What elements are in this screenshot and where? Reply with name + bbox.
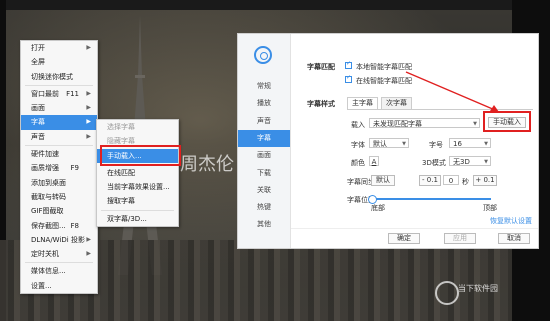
annotation-arrow xyxy=(405,71,499,112)
